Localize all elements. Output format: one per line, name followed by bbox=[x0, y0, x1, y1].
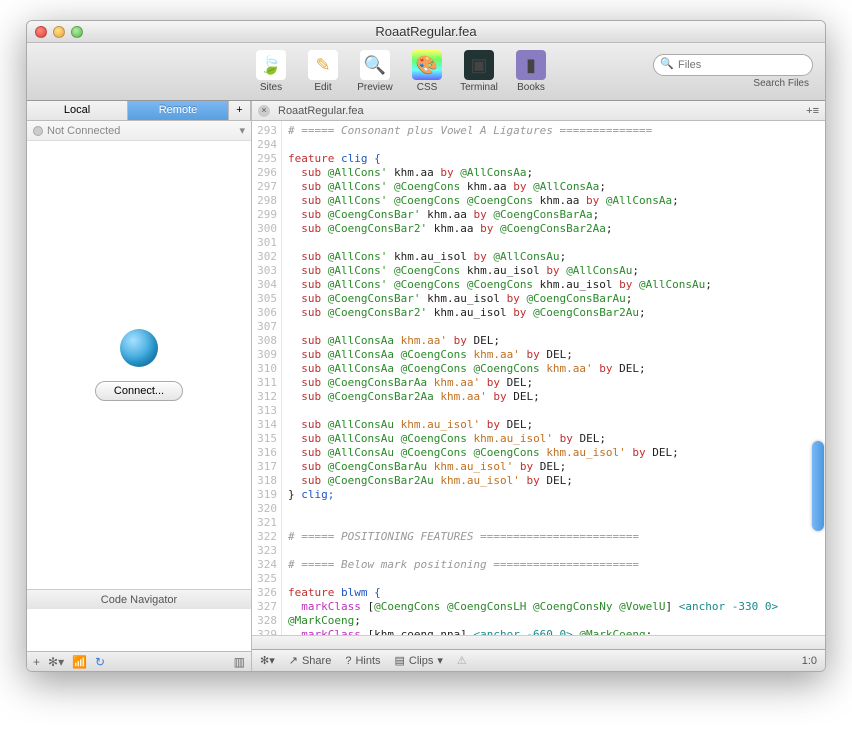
status-dot-icon bbox=[33, 126, 43, 136]
tool-preview[interactable]: 🔍Preview bbox=[351, 50, 399, 93]
columns-icon[interactable]: ▥ bbox=[234, 655, 245, 669]
sites-icon: 🍃 bbox=[256, 50, 286, 80]
search-label: Search Files bbox=[653, 78, 809, 89]
toolbar: 🍃Sites✎Edit🔍Preview🎨CSS▣Terminal▮Books 🔍… bbox=[27, 43, 825, 101]
app-window: RoaatRegular.fea 🍃Sites✎Edit🔍Preview🎨CSS… bbox=[26, 20, 826, 672]
tool-sites[interactable]: 🍃Sites bbox=[247, 50, 295, 93]
code-editor[interactable]: 293 294 295 296 297 298 299 300 301 302 … bbox=[252, 121, 825, 635]
warning-icon[interactable]: ⚠ bbox=[457, 654, 467, 667]
share-button[interactable]: ↗ Share bbox=[289, 654, 332, 667]
edit-icon: ✎ bbox=[308, 50, 338, 80]
terminal-icon: ▣ bbox=[464, 50, 494, 80]
document-tab[interactable]: RoaatRegular.fea bbox=[278, 105, 364, 117]
status-text: Not Connected bbox=[47, 121, 120, 141]
horizontal-scrollbar[interactable] bbox=[252, 635, 825, 649]
preview-icon: 🔍 bbox=[360, 50, 390, 80]
clips-button[interactable]: ▤ Clips ▾ bbox=[395, 654, 443, 667]
tool-edit[interactable]: ✎Edit bbox=[299, 50, 347, 93]
gear-icon[interactable]: ✻▾ bbox=[48, 655, 64, 669]
code-content[interactable]: # ===== Consonant plus Vowel A Ligatures… bbox=[282, 121, 825, 635]
split-icon[interactable]: +≡ bbox=[806, 105, 819, 117]
wifi-icon[interactable]: 📶 bbox=[72, 655, 87, 669]
gear-menu[interactable]: ✻▾ bbox=[260, 654, 275, 667]
css-icon: 🎨 bbox=[412, 50, 442, 80]
search-container: 🔍 Search Files bbox=[653, 54, 813, 89]
tool-terminal[interactable]: ▣Terminal bbox=[455, 50, 503, 93]
cursor-position: 1:0 bbox=[802, 655, 817, 667]
sidebar-tabs: Local Remote + bbox=[27, 101, 251, 121]
sidebar: Local Remote + Not Connected ▾ Connect..… bbox=[27, 101, 252, 671]
window-title: RoaatRegular.fea bbox=[27, 24, 825, 39]
tab-local[interactable]: Local bbox=[27, 101, 128, 120]
titlebar[interactable]: RoaatRegular.fea bbox=[27, 21, 825, 43]
connect-button[interactable]: Connect... bbox=[95, 381, 183, 401]
search-icon: 🔍 bbox=[660, 57, 674, 70]
books-icon: ▮ bbox=[516, 50, 546, 80]
tool-css[interactable]: 🎨CSS bbox=[403, 50, 451, 93]
chevron-down-icon: ▾ bbox=[239, 121, 245, 141]
close-tab-icon[interactable]: × bbox=[258, 105, 270, 117]
search-input[interactable] bbox=[653, 54, 813, 76]
code-navigator-header[interactable]: Code Navigator bbox=[27, 589, 251, 609]
document-tabbar: × RoaatRegular.fea +≡ bbox=[252, 101, 825, 121]
plus-icon[interactable]: + bbox=[33, 655, 40, 669]
tab-remote[interactable]: Remote bbox=[128, 101, 229, 120]
globe-icon bbox=[120, 329, 158, 367]
scrollbar-thumb[interactable] bbox=[812, 441, 824, 531]
line-gutter: 293 294 295 296 297 298 299 300 301 302 … bbox=[252, 121, 282, 635]
tool-books[interactable]: ▮Books bbox=[507, 50, 555, 93]
connection-status[interactable]: Not Connected ▾ bbox=[27, 121, 251, 141]
editor-pane: × RoaatRegular.fea +≡ 293 294 295 296 29… bbox=[252, 101, 825, 671]
tab-add[interactable]: + bbox=[229, 101, 251, 120]
hints-button[interactable]: ? Hints bbox=[345, 655, 380, 667]
sidebar-bottom-tools: + ✻▾ 📶 ↻ ▥ bbox=[27, 651, 251, 671]
refresh-icon[interactable]: ↻ bbox=[95, 655, 105, 669]
editor-footer: ✻▾ ↗ Share ? Hints ▤ Clips ▾ ⚠ 1:0 bbox=[252, 649, 825, 671]
